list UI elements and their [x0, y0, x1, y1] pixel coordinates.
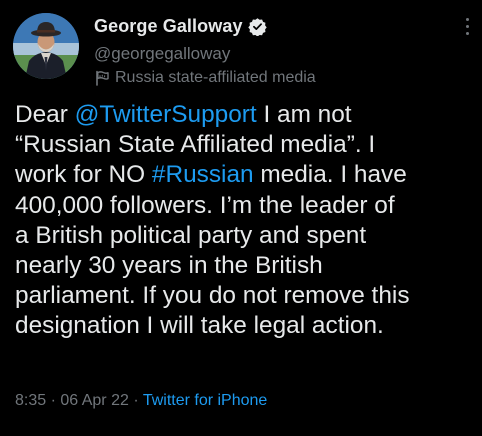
tweet-line: designation I will take legal action. — [15, 311, 477, 341]
tweet-header: George Galloway @georgegalloway Russia s… — [94, 14, 442, 89]
state-media-flag-icon — [94, 70, 110, 86]
tweet-text-segment: I am not — [256, 101, 352, 128]
tweet-line: 400,000 followers. I’m the leader of — [15, 191, 477, 221]
display-name[interactable]: George Galloway — [94, 16, 243, 37]
hashtag-link[interactable]: #Russian — [152, 161, 254, 188]
tweet-text-segment: nearly 30 years in the British — [15, 251, 323, 279]
tweet-line: “Russian State Affiliated media”. I — [15, 130, 477, 160]
tweet-card: George Galloway @georgegalloway Russia s… — [0, 0, 482, 436]
tweet-text-segment: “Russian State Affiliated media”. I — [15, 131, 376, 159]
state-media-label[interactable]: Russia state-affiliated media — [94, 67, 442, 89]
tweet-text-segment: parliament. If you do not remove this — [15, 282, 410, 310]
meta-separator: · — [50, 392, 56, 409]
tweet-line: parliament. If you do not remove this — [15, 281, 477, 311]
name-row: George Galloway — [94, 14, 442, 38]
avatar-image — [13, 13, 79, 79]
tweet-text-segment: a British political party and spent — [15, 221, 367, 249]
tweet-source[interactable]: Twitter for iPhone — [143, 392, 268, 409]
tweet-text-segment: Dear — [15, 101, 75, 128]
tweet-time[interactable]: 8:35 — [15, 392, 46, 409]
meta-separator: · — [133, 392, 139, 409]
avatar[interactable] — [13, 13, 79, 79]
more-options-icon[interactable] — [464, 18, 470, 38]
tweet-text-segment: 400,000 followers. I’m the leader of — [15, 191, 395, 219]
tweet-text: Dear @TwitterSupport I am not “Russian S… — [15, 100, 477, 342]
tweet-date[interactable]: 06 Apr 22 — [60, 392, 129, 409]
tweet-line: Dear @TwitterSupport I am not — [15, 100, 477, 130]
tweet-line: a British political party and spent — [15, 221, 477, 251]
verified-badge-icon — [247, 17, 267, 37]
tweet-line: nearly 30 years in the British — [15, 251, 477, 281]
tweet-metadata: 8:35 · 06 Apr 22 · Twitter for iPhone — [15, 392, 267, 410]
tweet-text-segment: media. I have — [253, 161, 407, 189]
tweet-text-segment: designation I will take legal action. — [15, 312, 384, 340]
tweet-line: work for NO #Russian media. I have — [15, 160, 477, 190]
state-media-label-text: Russia state-affiliated media — [115, 69, 316, 86]
tweet-text-segment: work for NO — [15, 161, 152, 189]
mention-link[interactable]: @TwitterSupport — [75, 101, 257, 128]
user-handle[interactable]: @georgegalloway — [94, 43, 442, 65]
